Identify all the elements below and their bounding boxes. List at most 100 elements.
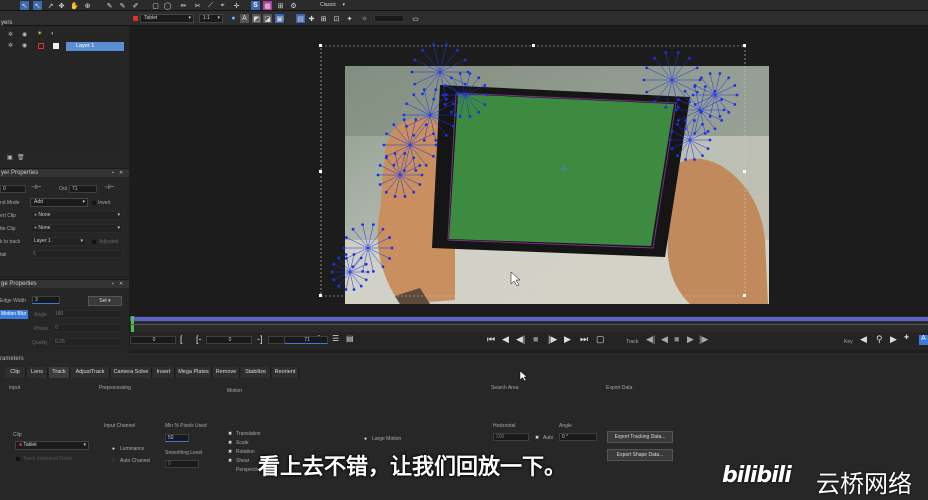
tab-insert[interactable]: Insert [153,367,175,378]
clip-select[interactable]: ■ Tablet ▾ [15,441,89,450]
clip-label: Clip [13,432,22,438]
auto-key-button[interactable]: A [919,335,928,345]
tracker-point [664,51,668,55]
quality-field[interactable]: 0.26 [52,338,122,346]
tracker-point [413,82,417,86]
in-frame-timeline-value: 0 [228,337,232,343]
tracker-point [412,93,416,97]
in-frame-timeline-field[interactable]: 0 [206,336,252,344]
tab-adjusttrack[interactable]: AdjustTrack [71,367,110,378]
tab-lens[interactable]: Lens [27,367,48,378]
tracker-point [452,102,455,106]
timeline[interactable] [130,316,928,332]
start-frame-field[interactable]: 0 [130,336,176,344]
next-key-icon[interactable]: ▶ [890,334,897,345]
large-motion-radio-icon[interactable]: ● [364,436,367,442]
tracker-point [364,278,368,282]
tracker-point [402,118,406,122]
tab-reorient[interactable]: Reorient [272,367,299,378]
add-key-icon[interactable]: ⚲ [876,334,883,345]
tab-clip[interactable]: Clip [5,367,26,378]
play-backward-icon[interactable]: ◀ [502,334,509,345]
tracker-point [444,133,448,137]
go-end-icon[interactable]: -] [257,334,263,344]
step-forward-icon[interactable]: |▶ [548,334,557,345]
prev-key-icon[interactable]: ◀ [860,334,867,345]
tracker-point [441,93,445,97]
tab-mega-plates[interactable]: Mega Plates [176,367,212,378]
input-section-label: Input [9,385,21,391]
tracker-point [364,262,368,266]
start-frame-value: 0 [152,337,156,343]
tracker-point [449,76,453,80]
tracker-point [664,105,668,109]
scale-check-icon[interactable]: ✖ [228,440,232,446]
key-options-icon[interactable]: ✚ [904,334,909,341]
loop-icon[interactable]: ▢ [596,334,605,345]
tracker-point [444,93,448,97]
track-back-icon[interactable]: ◀| [646,334,655,345]
tracker-point [653,100,656,104]
translation-check-icon[interactable]: ✖ [228,431,232,437]
tracker-point [414,168,418,172]
rotation-check-icon[interactable]: ✖ [228,449,232,455]
tracker-point [344,236,348,239]
track-stop-icon[interactable]: ■ [674,334,679,344]
export-tracking-button[interactable]: Export Tracking Data... [607,431,673,443]
tracker-point [691,93,695,97]
tracker-point [645,90,649,94]
tracker-point [443,84,447,87]
search-angle-field[interactable]: 0 ° [559,433,597,441]
smoothing-field[interactable]: 0 [165,460,199,468]
luminance-radio-icon[interactable]: ● [112,446,115,452]
tab-remove[interactable]: Remove [213,367,240,378]
tracker-point [452,124,455,128]
tracker-point [444,43,448,47]
first-frame-icon[interactable]: ⏮ [487,334,495,345]
tracker-point [376,173,380,177]
play-forward-icon[interactable]: ▶ [564,334,571,345]
tab-stabilize[interactable]: Stabilize [241,367,271,378]
track-forward-icon[interactable]: ▶ [687,334,694,345]
tracker-point [424,123,428,127]
viewer-canvas[interactable] [0,0,928,320]
track-step-icon[interactable]: |▶ [699,334,708,345]
tab-camera-solve[interactable]: Camera Solve [111,367,152,378]
timeline-range-bar[interactable] [130,317,928,321]
tracker-point [458,72,462,75]
tracker-point [454,113,458,117]
shear-label: Shear [236,458,250,464]
tracker-point [653,56,656,60]
tracker-point [385,132,388,136]
parameters-title: rameters [0,356,24,362]
go-start-icon[interactable]: [- [196,334,202,344]
track-backward-icon[interactable]: ◀ [661,334,668,345]
export-shape-button[interactable]: Export Shape Data... [607,449,673,461]
shear-check-icon[interactable]: ✖ [228,458,232,464]
min-pixels-field[interactable]: 50 [165,434,189,442]
tracker-point [727,110,731,114]
tracker-point [388,236,392,239]
tracker-point [384,156,388,160]
last-frame-icon[interactable]: ⏭ [580,334,588,345]
auto-check-icon[interactable]: ✖ [535,435,539,441]
stop-icon[interactable]: ■ [533,334,538,344]
auto-channel-radio-icon[interactable]: ○ [112,458,115,464]
tracker-point [676,122,679,126]
tracker-point [421,48,424,52]
tracker-point [468,72,472,75]
subtitle-text: 看上去不错，让我们回放一下。 [258,455,567,480]
preprocessing-section-label: Preprocessing [99,385,131,391]
tracker-point [701,122,704,126]
step-back-icon[interactable]: ◀| [516,334,525,345]
tab-track[interactable]: Track [49,367,70,378]
phase-field[interactable]: 0 [52,324,122,332]
frame-list-icon[interactable]: ☰ [332,334,339,343]
keyframe-list-icon[interactable]: ▤ [346,334,354,343]
current-frame-field[interactable]: 71 [284,336,328,344]
transport-bar: 0 [ [- 0 -] 0 ] 71 ☰ ▤ ⏮ ◀ ◀| ■ |▶ ▶ ⏭ ▢… [130,332,928,350]
tracker-point [708,72,712,75]
set-start-icon[interactable]: [ [180,334,183,344]
track-individual-checkbox[interactable] [16,457,20,461]
horizontal-field[interactable]: 200 [493,433,529,441]
